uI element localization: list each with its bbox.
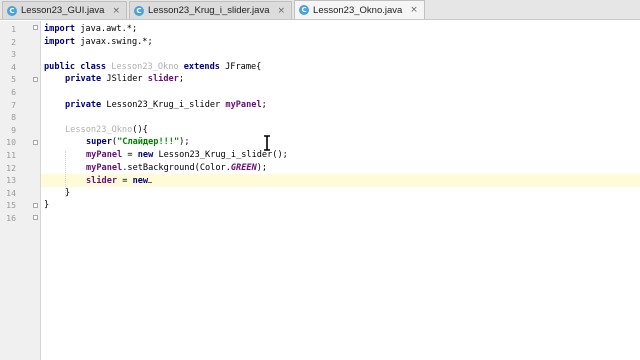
- field-name: slider: [86, 176, 118, 187]
- tab-label: Lesson23_GUI.java: [21, 5, 105, 16]
- line-number: 1: [11, 24, 16, 34]
- keyword: import: [44, 24, 76, 34]
- java-class-icon: C: [7, 5, 17, 16]
- close-icon[interactable]: ×: [112, 6, 120, 16]
- code-text: (){: [132, 124, 148, 135]
- code-editor[interactable]: import java.awt.*; import javax.swing.*;…: [41, 21, 640, 360]
- code-text: =: [122, 150, 138, 160]
- line-number: 9: [11, 124, 16, 135]
- java-class-icon: C: [134, 5, 144, 16]
- line-number: 6: [11, 87, 16, 97]
- java-class-icon: C: [299, 5, 310, 15]
- code-line-14[interactable]: }: [65, 187, 70, 200]
- code-line-13[interactable]: slider = new: [86, 174, 153, 187]
- line-number: 14: [6, 187, 16, 198]
- line-number: 11: [6, 150, 16, 160]
- tab-label: Lesson23_Krug_i_slider.java: [148, 5, 270, 16]
- code-line-11[interactable]: myPanel = new Lesson23_Krug_i_slider();: [86, 149, 288, 162]
- code-text: );: [256, 162, 268, 173]
- field-name: myPanel: [86, 150, 123, 160]
- code-text: }: [65, 187, 71, 198]
- code-text: JFrame{: [219, 61, 262, 72]
- constant-name: GREEN: [230, 162, 257, 173]
- line-number: 2: [11, 36, 16, 47]
- line-number: 12: [6, 162, 16, 173]
- code-line-5[interactable]: private JSlider slider;: [65, 73, 184, 86]
- code-line-15[interactable]: }: [44, 199, 49, 212]
- keyword: super: [86, 137, 112, 148]
- keyword: private: [65, 99, 102, 110]
- code-text: );: [179, 137, 190, 148]
- code-line-7[interactable]: private Lesson23_Krug_i_slider myPanel;: [65, 99, 267, 112]
- field-name: myPanel: [86, 162, 123, 173]
- fold-marker-icon[interactable]: [33, 215, 38, 220]
- code-text: java.awt.*;: [75, 24, 138, 34]
- keyword: new: [137, 150, 154, 160]
- close-icon[interactable]: ×: [277, 6, 285, 16]
- fold-marker-icon[interactable]: [33, 76, 38, 82]
- fold-marker-icon[interactable]: [33, 139, 38, 145]
- tab-label: Lesson23_Okno.java: [313, 4, 403, 16]
- code-text: Lesson23_Krug_i_slider();: [153, 150, 288, 160]
- code-line-4[interactable]: public class Lesson23_Okno extends JFram…: [44, 61, 261, 74]
- fold-marker-icon[interactable]: [33, 202, 38, 208]
- tab-lesson23-gui[interactable]: C Lesson23_GUI.java ×: [2, 1, 127, 19]
- keyword: new: [132, 176, 149, 187]
- code-text: ;: [178, 74, 185, 85]
- keyword: import: [44, 36, 76, 47]
- field-name: slider: [147, 74, 179, 85]
- line-number: 15: [6, 200, 16, 211]
- code-line-10[interactable]: super("Слайдер!!!");: [86, 136, 190, 149]
- code-text: }: [44, 200, 50, 211]
- code-line-9[interactable]: Lesson23_Okno(){: [65, 124, 148, 137]
- line-number: 8: [11, 112, 16, 123]
- keyword: public class: [44, 61, 107, 72]
- code-text: javax.swing.*;: [75, 36, 153, 47]
- code-text: ;: [261, 99, 267, 110]
- keyword: private: [65, 74, 102, 85]
- code-text: .setBackground(Color.: [122, 162, 231, 173]
- code-text: Lesson23_Krug_i_slider: [101, 99, 226, 110]
- editor-tab-bar: C Lesson23_GUI.java × C Lesson23_Krug_i_…: [0, 0, 640, 20]
- constructor-name: Lesson23_Okno: [65, 124, 133, 135]
- tab-lesson23-krug-i-slider[interactable]: C Lesson23_Krug_i_slider.java ×: [129, 1, 293, 19]
- class-name: Lesson23_Okno: [111, 61, 179, 72]
- line-number: 3: [11, 49, 16, 60]
- text-cursor-icon: [264, 135, 270, 151]
- line-number: 10: [6, 137, 16, 148]
- code-text: =: [117, 176, 133, 187]
- string-literal: "Слайдер!!!": [117, 137, 180, 148]
- code-line-2[interactable]: import javax.swing.*;: [44, 36, 153, 49]
- code-line-12[interactable]: myPanel.setBackground(Color.GREEN);: [86, 162, 267, 175]
- line-number-gutter: 1 2 3 4 5 6 7 8 9 10 11 12 13 14 15 16: [0, 21, 41, 360]
- close-icon[interactable]: ×: [410, 5, 418, 15]
- line-number: 5: [11, 74, 16, 85]
- code-text: JSlider: [101, 74, 148, 85]
- line-number: 13: [6, 175, 16, 186]
- code-line-1[interactable]: import java.awt.*;: [44, 23, 137, 36]
- fold-marker-icon[interactable]: [33, 25, 38, 30]
- field-name: myPanel: [225, 99, 262, 110]
- keyword: extends: [183, 61, 220, 72]
- line-number: 4: [11, 61, 16, 72]
- line-number: 7: [11, 99, 16, 110]
- tab-lesson23-okno[interactable]: C Lesson23_Okno.java ×: [294, 0, 425, 19]
- text-caret: [148, 174, 153, 184]
- line-number: 16: [6, 213, 16, 223]
